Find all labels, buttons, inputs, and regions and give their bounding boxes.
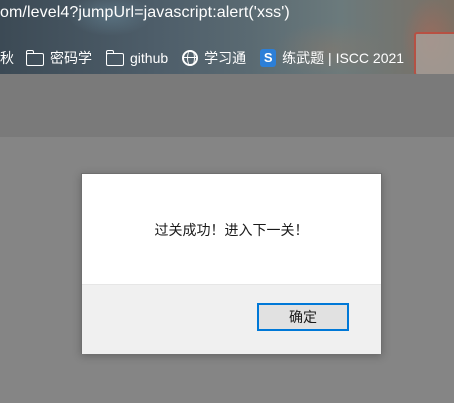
alert-dialog: 过关成功！进入下一关！ 确定 — [81, 173, 382, 354]
ok-button[interactable]: 确定 — [257, 303, 349, 331]
bookmark-label: 学习通 — [204, 50, 247, 66]
browser-chrome: om/level4?jumpUrl=javascript:alert('xss'… — [0, 0, 454, 74]
bookmark-iscc[interactable]: S 练武题 | ISCC 2021 — [260, 48, 404, 68]
bookmark-xuexitong[interactable]: 学习通 — [182, 48, 246, 68]
bookmark-label: github — [130, 50, 169, 66]
dialog-footer: 确定 — [82, 284, 381, 354]
bookmark-folder-github[interactable]: github — [105, 49, 169, 66]
globe-icon — [182, 50, 199, 66]
page-header-area — [0, 74, 454, 137]
address-bar-url[interactable]: om/level4?jumpUrl=javascript:alert('xss'… — [0, 4, 290, 28]
bookmark-item-qiu[interactable]: 秋 — [0, 48, 14, 68]
folder-icon — [105, 49, 124, 66]
bookmark-label: 练武题 | ISCC 2021 — [282, 50, 405, 66]
site-icon: S — [260, 49, 277, 67]
bookmarks-bar: 秋 密码学 github 学习通 S 练武题 | ISCC 2021 — [0, 46, 454, 70]
bookmark-folder-cryptography[interactable]: 密码学 — [25, 48, 92, 68]
bookmark-label: 密码学 — [50, 50, 92, 66]
folder-icon — [25, 49, 44, 66]
bookmark-label: 秋 — [0, 50, 14, 66]
alert-message: 过关成功！进入下一关！ — [154, 222, 309, 238]
